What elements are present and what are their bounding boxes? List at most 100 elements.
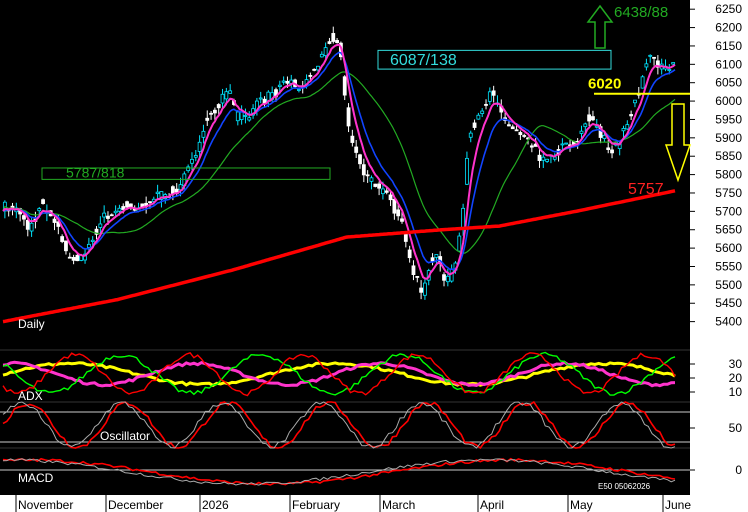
candle-body <box>216 104 221 109</box>
candle-body <box>545 158 550 162</box>
price-tick-label: 5850 <box>715 149 742 163</box>
time-tick-label: April <box>480 498 504 512</box>
time-tick-label: December <box>108 498 163 512</box>
candle-body <box>522 135 527 137</box>
candle-body <box>594 125 599 128</box>
candle-body <box>564 142 569 145</box>
candle-body <box>560 143 565 146</box>
indicator-tick-label: 0 <box>735 463 742 477</box>
candle-body <box>220 93 225 104</box>
time-tick-label: March <box>382 498 415 512</box>
candle-body <box>461 207 466 230</box>
candle-body <box>335 40 339 43</box>
candle-body <box>109 214 114 217</box>
candle-body <box>312 68 317 71</box>
candle-body <box>529 145 534 148</box>
candle-body <box>388 194 393 201</box>
candle-body <box>205 117 210 121</box>
candle-body <box>468 132 473 138</box>
candle-body <box>629 114 634 117</box>
candle-body <box>621 128 626 132</box>
indicator-tick-label: 20 <box>729 371 743 385</box>
price-tick-label: 5700 <box>715 204 742 218</box>
candle-body <box>308 74 313 77</box>
candle-body <box>37 208 42 212</box>
candle-body <box>358 154 362 165</box>
candle-body <box>403 234 408 242</box>
candle-body <box>155 191 160 195</box>
price-tick-label: 6200 <box>715 21 742 35</box>
candle-body <box>373 183 378 187</box>
candle-body <box>285 80 290 84</box>
zone-label-6087: 6087/138 <box>390 52 457 69</box>
candle-body <box>472 122 477 128</box>
panel-label-macd: MACD <box>18 471 54 485</box>
candle-body <box>457 235 462 252</box>
candle-body <box>587 114 592 122</box>
candle-body <box>258 97 263 100</box>
candle-body <box>117 207 122 212</box>
candle-body <box>518 132 523 136</box>
candle-body <box>52 218 57 223</box>
candle-body <box>361 164 366 176</box>
candle-body <box>102 212 107 218</box>
candle-body <box>212 109 217 114</box>
candle-body <box>537 154 542 161</box>
candle-body <box>377 183 381 189</box>
candle-body <box>281 80 286 83</box>
candle-body <box>667 69 672 71</box>
zone-label-5787: 5787/818 <box>66 164 125 180</box>
candle-body <box>106 215 110 219</box>
market-chart: 5400 5450 5500 5550 5600 5650 5700 5750 5800 5850… <box>0 0 748 512</box>
candle-body <box>514 129 519 132</box>
price-tick-label: 5900 <box>715 131 742 145</box>
candle-body <box>411 265 416 275</box>
time-tick-label: February <box>292 498 340 512</box>
candle-body <box>342 76 347 96</box>
indicator-tick-label: 50 <box>729 421 743 435</box>
candle-body <box>71 257 76 261</box>
candle-body <box>384 190 389 193</box>
candle-body <box>125 201 129 208</box>
candle-body <box>148 201 152 204</box>
candle-body <box>75 254 80 262</box>
candle-body <box>381 188 385 195</box>
time-tick-label: May <box>570 498 593 512</box>
candle-body <box>186 166 191 172</box>
candle-body <box>445 275 450 283</box>
price-tick-label: 5800 <box>715 168 742 182</box>
candle-body <box>64 240 68 252</box>
price-tick-label: 5750 <box>715 186 742 200</box>
candle-body <box>507 124 511 127</box>
candle-body <box>350 135 355 143</box>
candle-body <box>247 117 252 121</box>
level-label-6020: 6020 <box>588 76 621 93</box>
price-tick-label: 5450 <box>715 296 742 310</box>
candle-body <box>327 41 332 44</box>
candle-body <box>510 126 515 130</box>
candle-body <box>228 90 233 94</box>
candle-body <box>67 256 72 259</box>
candle-body <box>365 174 370 177</box>
candle-body <box>442 274 446 281</box>
candle-body <box>235 111 240 122</box>
candle-body <box>209 112 213 115</box>
candle-body <box>354 146 359 153</box>
candle-body <box>484 104 488 106</box>
candle-body <box>480 110 485 114</box>
candle-body <box>465 157 469 185</box>
candle-body <box>29 222 34 232</box>
candle-body <box>323 47 328 57</box>
candle-body <box>610 149 614 154</box>
candle-body <box>487 91 492 102</box>
candle-body <box>90 239 95 242</box>
candle-body <box>224 91 229 100</box>
candle-body <box>640 76 645 89</box>
price-tick-label: 6150 <box>715 39 742 53</box>
time-tick-label: November <box>18 498 73 512</box>
candle-body <box>262 98 267 104</box>
candle-body <box>98 223 103 228</box>
candle-body <box>652 56 656 59</box>
candle-body <box>579 130 584 134</box>
candle-body <box>190 158 194 164</box>
